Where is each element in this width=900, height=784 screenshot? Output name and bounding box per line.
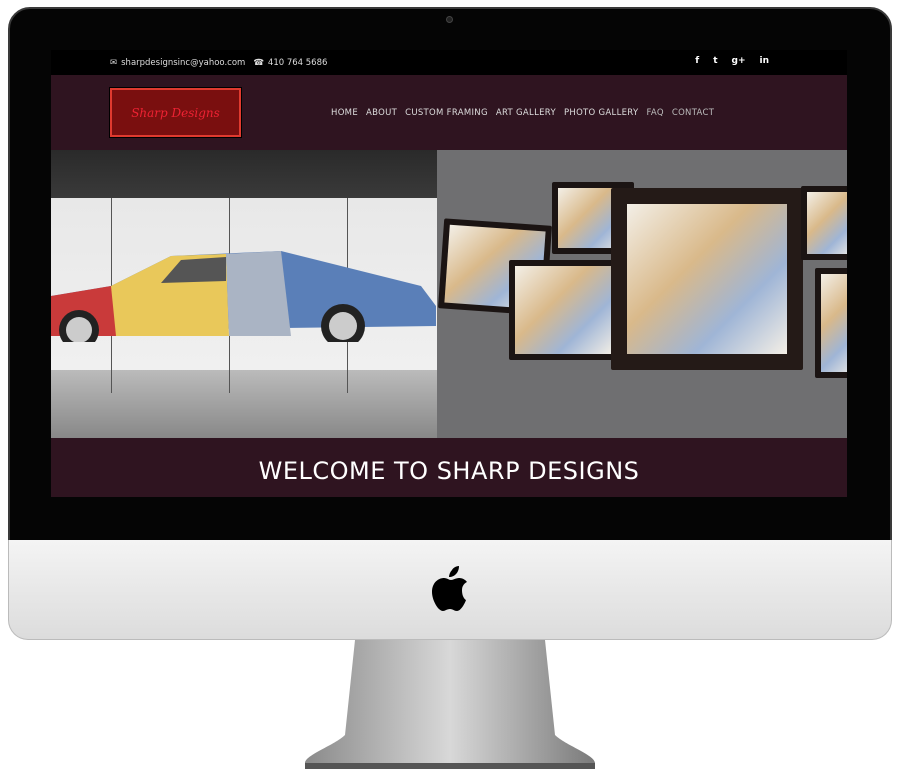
nav-home[interactable]: HOME [331,108,358,118]
nav-faq[interactable]: FAQ [646,108,663,118]
phone-icon: ☎ [253,57,264,68]
sharp-designs-logo[interactable]: Sharp Designs [109,87,242,138]
camera [446,16,453,23]
facebook-icon[interactable]: f [695,56,699,66]
hero-slider [51,150,847,438]
nav-photo-gallery[interactable]: PHOTO GALLERY [564,108,639,118]
nav-contact[interactable]: CONTACT [672,108,714,118]
welcome-heading: WELCOME TO SHARP DESIGNS [258,457,640,485]
social-links: f t g+ in [695,56,773,66]
framed-art-image [437,150,847,438]
apple-logo-icon [432,566,467,611]
top-bar: ✉ sharpdesignsinc@yahoo.com ☎ 410 764 56… [51,50,847,75]
email-icon: ✉ [110,57,118,68]
google-plus-icon[interactable]: g+ [732,56,746,66]
logo-text: Sharp Designs [131,105,220,120]
car-illustration [51,251,436,342]
nav-art-gallery[interactable]: ART GALLERY [496,108,556,118]
nav-about[interactable]: ABOUT [366,108,397,118]
linkedin-icon[interactable]: in [760,56,770,66]
twitter-icon[interactable]: t [713,56,717,66]
phone-number[interactable]: 410 764 5686 [268,58,327,68]
main-nav: Sharp Designs HOME ABOUT CUSTOM FRAMING … [51,75,847,150]
monitor-stand [305,640,595,769]
nav-menu: HOME ABOUT CUSTOM FRAMING ART GALLERY PH… [331,108,714,118]
car-painting-image [51,150,437,438]
website-screen: ✉ sharpdesignsinc@yahoo.com ☎ 410 764 56… [51,50,847,497]
nav-custom-framing[interactable]: CUSTOM FRAMING [405,108,488,118]
email-link[interactable]: sharpdesignsinc@yahoo.com [121,58,245,68]
